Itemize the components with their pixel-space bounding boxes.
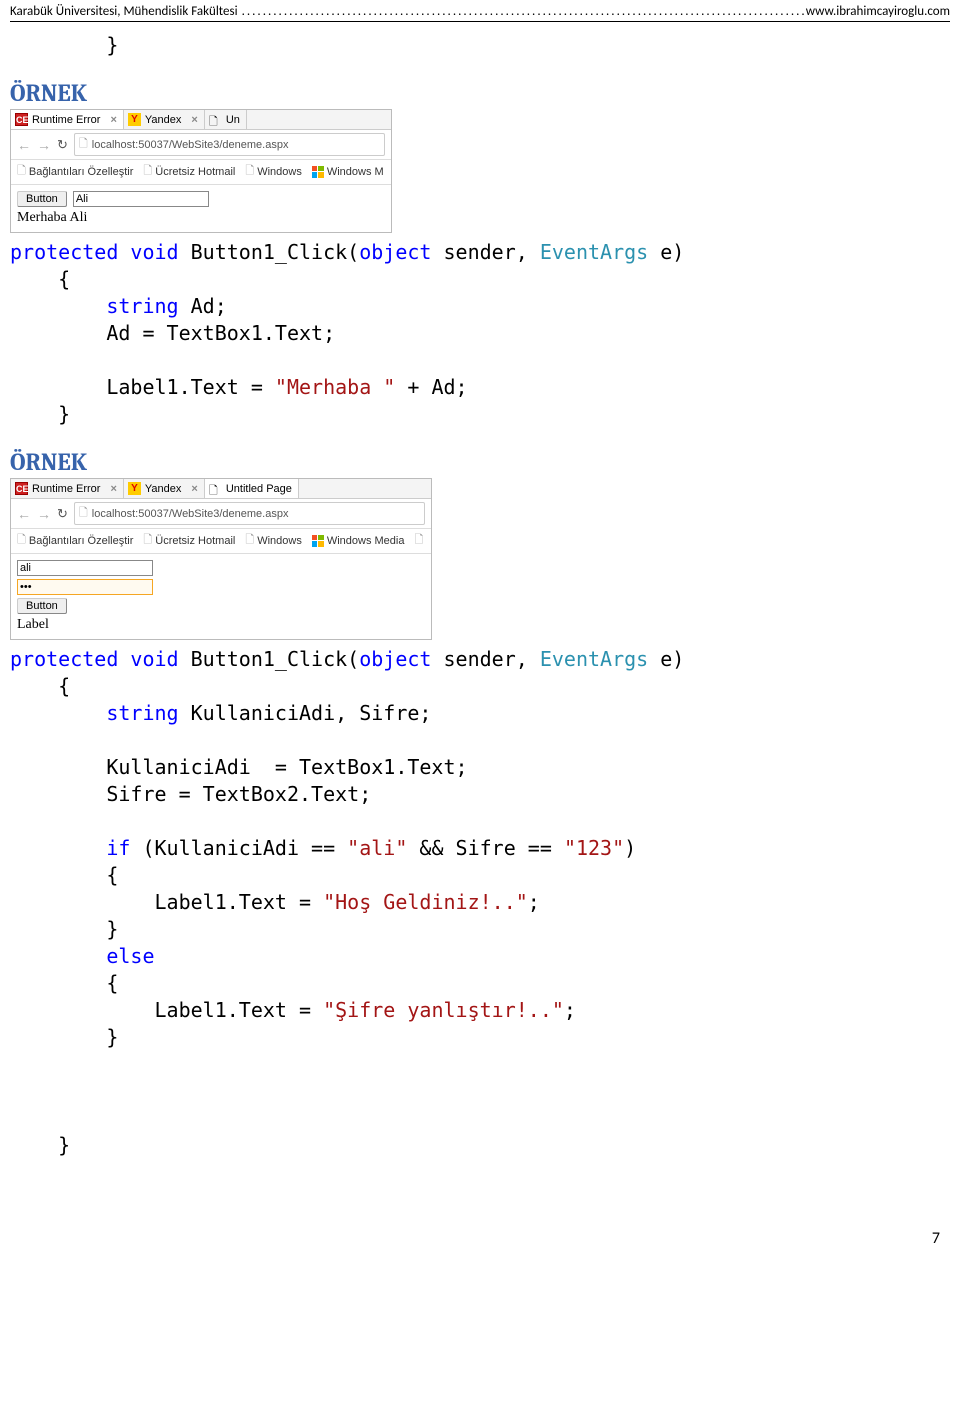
windows-icon bbox=[312, 166, 324, 178]
tab-label: Un bbox=[226, 114, 240, 126]
address-bar-row: ← → ↻ 🗋 localhost:50037/WebSite3/deneme.… bbox=[11, 130, 391, 160]
address-bar-row: ← → ↻ 🗋 localhost:50037/WebSite3/deneme.… bbox=[11, 499, 431, 529]
url-input[interactable]: 🗋 localhost:50037/WebSite3/deneme.aspx bbox=[74, 502, 425, 525]
page-icon: 🗋 bbox=[143, 531, 152, 550]
header-right: www.ibrahimcayiroglu.com bbox=[806, 4, 950, 19]
bookmark-item[interactable]: 🗋Windows bbox=[245, 162, 301, 181]
browser-screenshot-2: CE Runtime Error × Y Yandex × 🗋 Untitled… bbox=[10, 478, 432, 640]
bookmark-item[interactable]: 🗋Bağlantıları Özelleştir bbox=[17, 162, 133, 181]
url-text: localhost:50037/WebSite3/deneme.aspx bbox=[92, 139, 289, 151]
forward-icon[interactable]: → bbox=[37, 506, 51, 522]
bookmark-item[interactable]: 🗋Ücretsiz Hotmail bbox=[143, 162, 235, 181]
browser-screenshot-1: CE Runtime Error × Y Yandex × 🗋 Un ← → ↻… bbox=[10, 109, 392, 233]
example-heading-2: ÖRNEK bbox=[10, 448, 950, 476]
tab-label: Runtime Error bbox=[32, 483, 100, 495]
page-icon: 🗋 bbox=[209, 113, 222, 126]
submit-button[interactable]: Button bbox=[17, 191, 67, 207]
yandex-icon: Y bbox=[128, 482, 141, 495]
page-content: Button Merhaba Ali bbox=[11, 185, 391, 232]
output-label: Merhaba Ali bbox=[17, 210, 385, 226]
code-block-1: protected void Button1_Click(object send… bbox=[10, 239, 950, 428]
close-icon[interactable]: × bbox=[110, 483, 116, 495]
back-icon[interactable]: ← bbox=[17, 506, 31, 522]
bookmark-item[interactable]: Windows M bbox=[312, 166, 384, 178]
password-input[interactable] bbox=[17, 579, 153, 595]
tab-runtime-error[interactable]: CE Runtime Error × bbox=[11, 110, 124, 129]
bookmark-bar: 🗋Bağlantıları Özelleştir 🗋Ücretsiz Hotma… bbox=[11, 160, 391, 185]
page-number: 7 bbox=[0, 1169, 960, 1258]
url-text: localhost:50037/WebSite3/deneme.aspx bbox=[92, 508, 289, 520]
page-icon: 🗋 bbox=[79, 135, 88, 154]
page-icon: 🗋 bbox=[17, 531, 26, 550]
bookmark-bar: 🗋Bağlantıları Özelleştir 🗋Ücretsiz Hotma… bbox=[11, 529, 431, 554]
tab-runtime-error[interactable]: CE Runtime Error × bbox=[11, 479, 124, 498]
forward-icon[interactable]: → bbox=[37, 137, 51, 153]
code-fragment-top: } bbox=[10, 32, 950, 59]
reload-icon[interactable]: ↻ bbox=[57, 137, 68, 153]
bookmark-item[interactable]: Windows Media bbox=[312, 535, 405, 547]
bookmark-item[interactable]: 🗋Windows bbox=[245, 531, 301, 550]
bookmark-item[interactable]: 🗋Bağlantıları Özelleştir bbox=[17, 531, 133, 550]
tab-strip: CE Runtime Error × Y Yandex × 🗋 Un bbox=[11, 110, 391, 130]
submit-button[interactable]: Button bbox=[17, 598, 67, 614]
header-rule bbox=[10, 21, 950, 22]
page-header: Karabük Üniversitesi, Mühendislik Fakült… bbox=[0, 0, 960, 21]
tab-label: Yandex bbox=[145, 114, 182, 126]
bookmark-item[interactable]: 🗋Ücretsiz Hotmail bbox=[143, 531, 235, 550]
page-icon: 🗋 bbox=[17, 162, 26, 181]
page-icon: 🗋 bbox=[79, 504, 88, 523]
tab-yandex[interactable]: Y Yandex × bbox=[124, 110, 205, 129]
back-icon[interactable]: ← bbox=[17, 137, 31, 153]
error-icon: CE bbox=[15, 113, 28, 126]
url-input[interactable]: 🗋 localhost:50037/WebSite3/deneme.aspx bbox=[74, 133, 385, 156]
error-icon: CE bbox=[15, 482, 28, 495]
windows-icon bbox=[312, 535, 324, 547]
output-label: Label bbox=[17, 617, 425, 633]
tab-untitled[interactable]: 🗋 Un bbox=[205, 110, 247, 129]
code-block-2: protected void Button1_Click(object send… bbox=[10, 646, 950, 1159]
header-left: Karabük Üniversitesi, Mühendislik Fakült… bbox=[10, 4, 238, 19]
page-icon: 🗋 bbox=[143, 162, 152, 181]
page-content: Button Label bbox=[11, 554, 431, 639]
tab-label: Runtime Error bbox=[32, 114, 100, 126]
username-input[interactable] bbox=[17, 560, 153, 576]
reload-icon[interactable]: ↻ bbox=[57, 506, 68, 522]
yandex-icon: Y bbox=[128, 113, 141, 126]
close-icon[interactable]: × bbox=[191, 114, 197, 126]
tab-yandex[interactable]: Y Yandex × bbox=[124, 479, 205, 498]
example-heading-1: ÖRNEK bbox=[10, 79, 950, 107]
tab-label: Untitled Page bbox=[226, 483, 292, 495]
tab-label: Yandex bbox=[145, 483, 182, 495]
page-icon: 🗋 bbox=[245, 162, 254, 181]
close-icon[interactable]: × bbox=[110, 114, 116, 126]
page-icon: 🗋 bbox=[245, 531, 254, 550]
header-dots: ........................................… bbox=[238, 4, 806, 19]
page-icon: 🗋 bbox=[414, 531, 423, 550]
name-input[interactable] bbox=[73, 191, 209, 207]
tab-untitled-page[interactable]: 🗋 Untitled Page bbox=[205, 479, 299, 498]
bookmark-item[interactable]: 🗋 bbox=[414, 531, 423, 550]
tab-strip: CE Runtime Error × Y Yandex × 🗋 Untitled… bbox=[11, 479, 431, 499]
page-icon: 🗋 bbox=[209, 482, 222, 495]
close-icon[interactable]: × bbox=[191, 483, 197, 495]
